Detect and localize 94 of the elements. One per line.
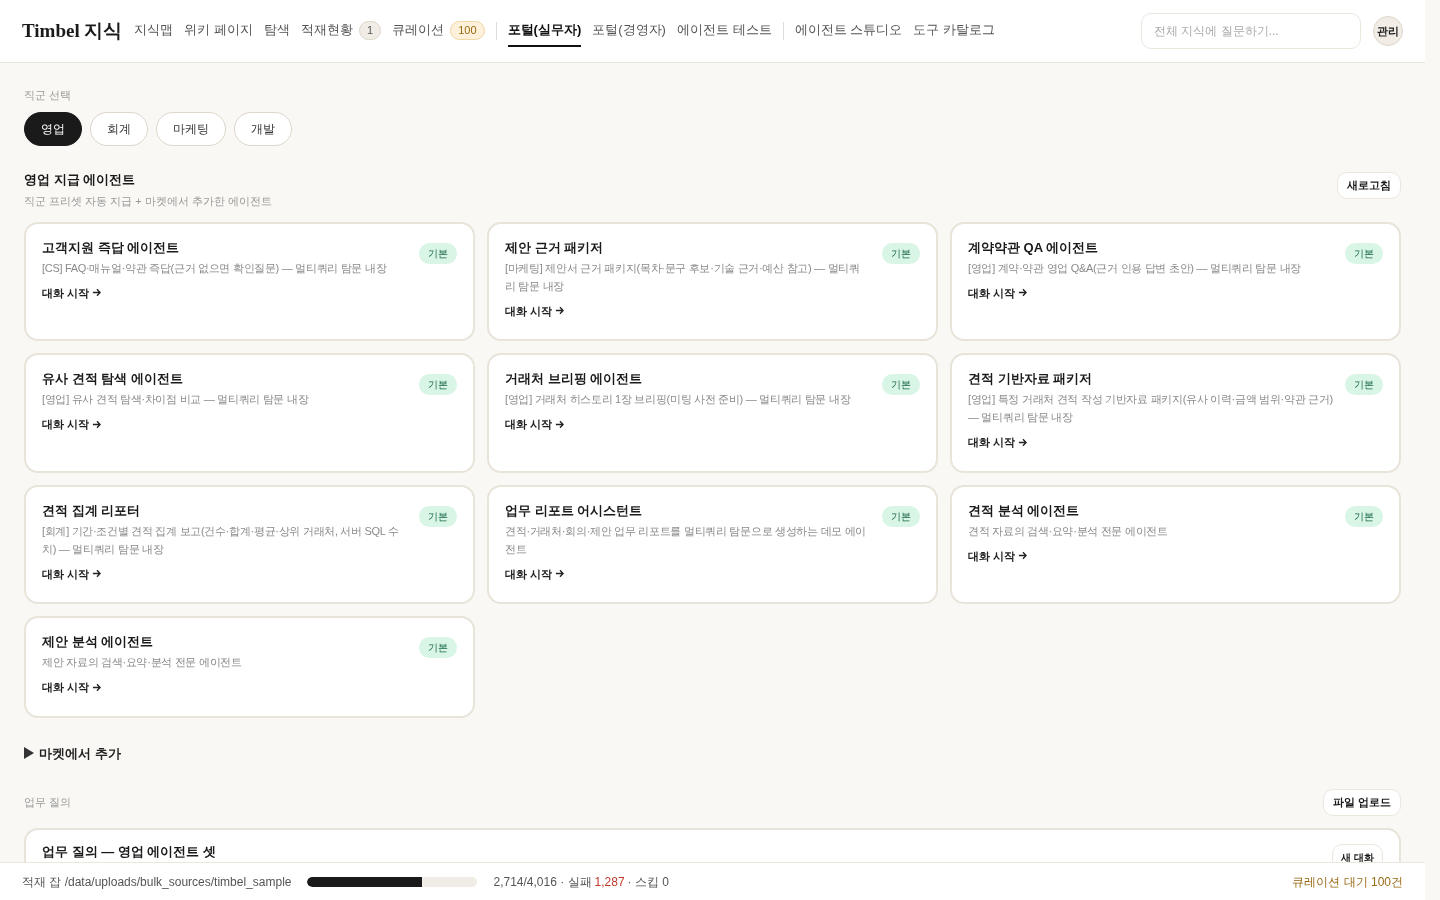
nav-link[interactable]: 에이전트 테스트: [676, 15, 772, 47]
search-field[interactable]: 전체 지식에 질문하기...: [1141, 13, 1361, 49]
agent-card[interactable]: 제안 근거 패키저 [마케팅] 제안서 근거 패키지(목차·문구 후보·기술 근거·예산 참고) — 멀티쿼리 탐문 내장 대화 시작 기본: [487, 221, 938, 341]
agent-description: [영업] 특정 거래처 견적 작성 기반자료 패키지(유사 이력·금액 범위·약관 근거) — 멀티쿼리 탐문 내장: [968, 392, 1333, 425]
role-chip[interactable]: 개발: [234, 111, 292, 146]
arrow-right-icon: [92, 419, 102, 429]
nav-link[interactable]: 위키 페이지: [184, 15, 254, 47]
nav-link[interactable]: 큐레이션 100: [392, 15, 485, 47]
nav-link[interactable]: 적재현황 1: [301, 15, 382, 47]
nav-link[interactable]: 도구 카탈로그: [913, 15, 995, 47]
arrow-right-icon: [555, 569, 565, 579]
agent-description: 제안 자료의 검색·요약·분석 전문 에이전트: [42, 655, 243, 670]
agent-title: 업무 리포트 어시스턴트: [505, 501, 644, 520]
agent-card[interactable]: 견적 기반자료 패키저 [영업] 특정 거래처 견적 작성 기반자료 패키지(유사 이력·금액 범위·약관 근거) — 멀티쿼리 탐문 내장 대화 시작 기본: [950, 353, 1401, 473]
default-tag: 기본: [882, 505, 920, 527]
agent-description: 견적·거래처·회의·제안 업무 리포트를 멀티쿼리 탐문으로 생성하는 데모 에이전트: [505, 523, 868, 557]
default-tag: 기본: [882, 242, 920, 264]
start-chat-link[interactable]: 대화 시작: [505, 565, 870, 582]
agent-description: [회계] 기간·조건별 견적 집계 보고(건수·합계·평균·상위 거래처, 서버 SQL 수치) — 멀티쿼리 탐문 내장: [42, 523, 400, 557]
agent-title: 제안 근거 패키저: [505, 238, 605, 257]
start-chat-link[interactable]: 대화 시작: [42, 416, 407, 433]
default-tag: 기본: [419, 505, 457, 527]
agent-title: 견적 기반자료 패키저: [968, 370, 1094, 388]
agent-description: [마케팅] 제안서 근거 패키지(목차·문구 후보·기술 근거·예산 참고) — 멀티쿼리 탐문 내장: [505, 260, 861, 294]
section-label: 직군 선택: [24, 88, 73, 103]
agent-card[interactable]: 견적 집계 리포터 [회계] 기간·조건별 견적 집계 보고(건수·합계·평균·상위 거래처, 서버 SQL 수치) — 멀티쿼리 탐문 내장 대화 시작 기본: [24, 484, 475, 604]
agent-title: 견적 분석 에이전트: [968, 501, 1081, 520]
agent-title: 제안 분석 에이전트: [42, 633, 155, 651]
default-tag: 기본: [419, 637, 457, 658]
agent-title: 거래처 브리핑 에이전트: [505, 370, 644, 388]
start-chat-link[interactable]: 대화 시작: [968, 434, 1333, 451]
start-chat-link[interactable]: 대화 시작: [968, 284, 1333, 301]
agent-card[interactable]: 고객지원 즉답 에이전트 [CS] FAQ·매뉴얼·약관 즉답(근거 없으면 확인질문) — 멀티쿼리 탐문 내장 대화 시작 기본: [24, 221, 475, 341]
section-title: 영업 지급 에이전트: [24, 170, 137, 189]
agent-card[interactable]: 유사 견적 탐색 에이전트 [영업] 유사 견적 탐색·차이점 비교 — 멀티쿼리 탐문 내장 대화 시작 기본: [24, 353, 475, 473]
agent-title: 계약약관 QA 에이전트: [968, 238, 1100, 257]
count-badge: 1: [359, 20, 382, 40]
arrow-right-icon: [555, 306, 565, 316]
agent-card[interactable]: 업무 리포트 어시스턴트 견적·거래처·회의·제안 업무 리포트를 멀티쿼리 탐문으로 생성하는 데모 에이전트 대화 시작 기본: [487, 484, 938, 604]
arrow-right-icon: [1018, 437, 1028, 447]
count-badge: 100: [450, 20, 485, 40]
nav-link[interactable]: 지식맵: [134, 15, 174, 47]
query-card-title: 업무 질의 — 영업 에이전트 셋: [42, 843, 217, 861]
agent-card[interactable]: 계약약관 QA 에이전트 [영업] 계약·약관 영업 Q&A(근거 인용 답변 초안) — 멀티쿼리 탐문 내장 대화 시작 기본: [950, 221, 1401, 341]
start-chat-link[interactable]: 대화 시작: [968, 547, 1333, 564]
default-tag: 기본: [419, 374, 457, 395]
nav-link[interactable]: 포털(경영자): [592, 15, 666, 47]
arrow-right-icon: [92, 569, 102, 579]
failed-count: 1,287: [594, 873, 625, 891]
start-chat-link[interactable]: 대화 시작: [505, 416, 870, 433]
app-logo: Timbel 지식: [22, 18, 123, 43]
curation-queue: 큐레이션 대기 100건: [1292, 873, 1403, 891]
market-toggle[interactable]: 마켓에서 추가: [24, 743, 121, 763]
start-chat-link[interactable]: 대화 시작: [42, 284, 407, 301]
nav-link[interactable]: 포털(실무자): [507, 15, 582, 47]
nav-link[interactable]: 탐색: [264, 15, 291, 47]
default-tag: 기본: [1345, 505, 1383, 527]
nav-link[interactable]: 에이전트 스튜디오: [794, 15, 903, 47]
arrow-right-icon: [1018, 288, 1028, 298]
arrow-right-icon: [555, 419, 565, 429]
arrow-right-icon: [92, 288, 102, 298]
default-tag: 기본: [419, 242, 457, 264]
agent-title: 유사 견적 탐색 에이전트: [42, 370, 184, 388]
start-chat-link[interactable]: 대화 시작: [42, 565, 407, 582]
new-chat-button[interactable]: 새 대화: [1332, 844, 1383, 862]
arrow-right-icon: [1018, 551, 1028, 561]
agent-description: [CS] FAQ·매뉴얼·약관 즉답(근거 없으면 확인질문) — 멀티쿼리 탐문 내장: [42, 260, 388, 276]
caret-right-icon: [24, 747, 34, 760]
start-chat-link[interactable]: 대화 시작: [505, 302, 870, 319]
agent-description: [영업] 계약·약관 영업 Q&A(근거 인용 답변 초안) — 멀티쿼리 탐문 내장: [968, 260, 1302, 276]
skipped-count: · 스킵 0: [627, 873, 669, 891]
job-path: 적재 잡 /data/uploads/bulk_sources/timbel_sample: [22, 873, 292, 891]
default-tag: 기본: [1345, 242, 1383, 264]
role-chip[interactable]: 회계: [90, 111, 148, 146]
arrow-right-icon: [92, 682, 102, 692]
role-chip[interactable]: 마케팅: [156, 111, 226, 146]
section-subtitle: 직군 프리셋 자동 지급 + 마켓에서 추가한 에이전트: [24, 194, 272, 209]
agent-description: [영업] 유사 견적 탐색·차이점 비교 — 멀티쿼리 탐문 내장: [42, 392, 310, 407]
admin-button[interactable]: 관리: [1373, 16, 1403, 46]
agent-title: 견적 집계 리포터: [42, 501, 142, 520]
agent-card[interactable]: 견적 분석 에이전트 견적 자료의 검색·요약·분석 전문 에이전트 대화 시작 기본: [950, 484, 1401, 604]
start-chat-link[interactable]: 대화 시작: [42, 679, 407, 696]
default-tag: 기본: [1345, 374, 1383, 395]
refresh-button[interactable]: 새로고침: [1337, 171, 1401, 199]
agent-title: 고객지원 즉답 에이전트: [42, 238, 181, 257]
default-tag: 기본: [882, 374, 920, 395]
agent-description: 견적 자료의 검색·요약·분석 전문 에이전트: [968, 523, 1169, 539]
section-label: 업무 질의: [24, 795, 72, 811]
upload-button[interactable]: 파일 업로드: [1322, 789, 1401, 816]
agent-card[interactable]: 제안 분석 에이전트 제안 자료의 검색·요약·분석 전문 에이전트 대화 시작 기본: [24, 616, 475, 718]
agent-description: [영업] 거래처 히스토리 1장 브리핑(미팅 사전 준비) — 멀티쿼리 탐문 내장: [505, 392, 852, 407]
role-chip[interactable]: 영업: [24, 111, 82, 146]
agent-card[interactable]: 거래처 브리핑 에이전트 [영업] 거래처 히스토리 1장 브리핑(미팅 사전 준비) — 멀티쿼리 탐문 내장 대화 시작 기본: [487, 353, 938, 473]
progress-text: 2,714/4,016 · 실패: [493, 873, 592, 891]
